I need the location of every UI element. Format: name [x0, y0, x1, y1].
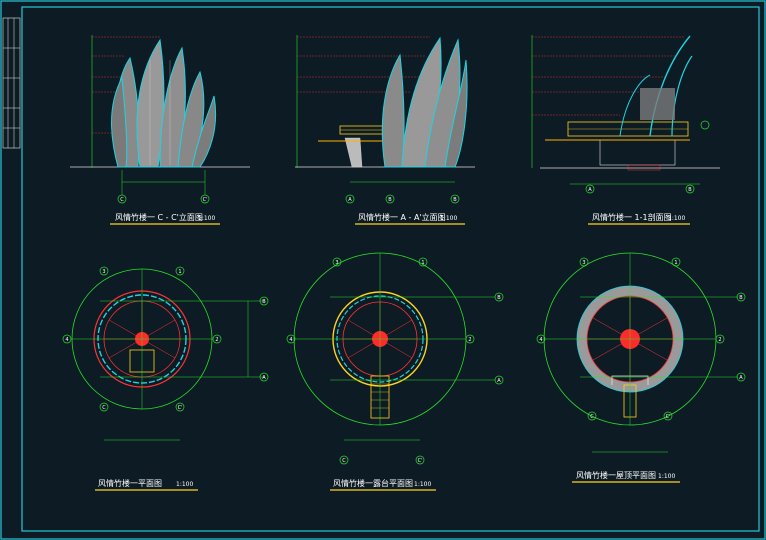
- elevation-a-a: A B B 风情竹楼一 A - A'立面图 1:100: [295, 35, 475, 225]
- axis-label-3-roof: 3: [582, 260, 585, 266]
- axis-label-b-plat: B: [497, 295, 501, 301]
- title-plan: 风情竹楼一平面图: [98, 478, 162, 488]
- axis-label-4-roof: 4: [539, 337, 542, 343]
- axis-label-a-plat: A: [497, 378, 501, 384]
- scale-platform: 1:100: [414, 481, 431, 488]
- axis-label-1-roof: 1: [674, 260, 677, 266]
- section-1-1: A B 风情竹楼一 1-1剖面图 1:100: [531, 35, 720, 225]
- axis-label-4: 4: [65, 337, 68, 343]
- axis-label-2: 2: [215, 337, 218, 343]
- axis-label-c-plat: C: [342, 458, 346, 464]
- axis-label-4-plat: 4: [289, 337, 292, 343]
- outer-frame: [0, 0, 766, 540]
- axis-label-2-roof: 2: [718, 337, 721, 343]
- axis-label-3-plat: 3: [335, 260, 338, 266]
- platform-plan-view: 4 2 B A 3 1 C C' 风情竹楼一露台平面图 1:100: [286, 252, 504, 491]
- binding-strip: [2, 17, 21, 149]
- title-elevation-a: 风情竹楼一 A - A'立面图: [358, 212, 446, 222]
- scale-elevation-a: 1:100: [440, 215, 457, 222]
- axis-label-a-plan: A: [262, 375, 266, 381]
- axis-label-a-sec: A: [588, 187, 592, 193]
- axis-label-b2: B: [453, 197, 457, 203]
- bamboo-body-a: [381, 36, 468, 168]
- axis-label-2-plat: 2: [468, 337, 471, 343]
- axis-label-c2-roof: C': [666, 414, 671, 420]
- scale-plan: 1:100: [176, 481, 193, 488]
- scale-section: 1:100: [668, 215, 685, 222]
- axis-label-c2-plat: C': [418, 458, 423, 464]
- axis-label-c: C: [120, 197, 124, 203]
- title-elevation-c: 风情竹楼一 C - C'立面图: [115, 212, 203, 222]
- axis-label-a-roof: A: [739, 375, 743, 381]
- axis-label-c2-plan: C': [178, 405, 183, 411]
- axis-label-1-plan: 1: [178, 269, 181, 275]
- axis-label-b-sec: B: [688, 187, 692, 193]
- axis-label-b: B: [388, 197, 392, 203]
- axis-label-c-roof: C: [590, 414, 594, 420]
- title-roof: 风情竹楼一屋顶平面图: [576, 470, 656, 480]
- axis-label-a: A: [348, 197, 352, 203]
- scale-elevation-c: 1:100: [198, 215, 215, 222]
- axis-label-c-prime: C': [203, 197, 208, 203]
- drawing-sheet: C C' 风情竹楼一 C - C'立面图 1:100 A B B 风情竹楼一 A…: [0, 0, 766, 540]
- axis-label-3-plan: 3: [102, 269, 105, 275]
- title-platform: 风情竹楼一露台平面图: [333, 478, 413, 488]
- bamboo-body-c: [111, 38, 217, 168]
- elevation-c-c: C C' 风情竹楼一 C - C'立面图 1:100: [70, 35, 250, 225]
- axis-label-1-plat: 1: [421, 260, 424, 266]
- platform-axis-bubbles: 4 2 B A 3 1 C C': [286, 257, 504, 465]
- roof-plan-view: 4 2 B A 3 1 C C' 风情竹楼一屋顶平面图 1:100: [536, 252, 746, 483]
- title-section: 风情竹楼一 1-1剖面图: [592, 212, 672, 222]
- platform-a: [318, 125, 386, 168]
- scale-roof: 1:100: [658, 473, 675, 480]
- axis-label-c-plan: C: [102, 405, 106, 411]
- plan-view: 4 2 B A C C' 3 1 风情竹楼一平面图 1:100: [62, 266, 269, 491]
- axis-label-b-roof: B: [739, 295, 743, 301]
- axis-label-b-plan: B: [262, 299, 266, 305]
